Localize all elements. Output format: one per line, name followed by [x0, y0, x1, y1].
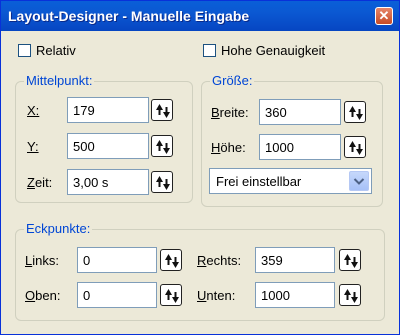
rechts-input[interactable]: 359 [255, 247, 335, 273]
oben-input[interactable]: 0 [77, 282, 157, 308]
close-button[interactable]: ✕ [375, 7, 393, 25]
chevron-down-icon [353, 178, 365, 185]
links-input[interactable]: 0 [77, 247, 157, 273]
dropdown-arrow-button[interactable] [349, 171, 369, 191]
spinner-up-down-icon [345, 137, 367, 159]
size-mode-dropdown[interactable]: Frei einstellbar [209, 168, 372, 194]
close-icon: ✕ [378, 8, 390, 23]
spinner-up-down-icon [152, 136, 174, 158]
relativ-checkbox-box[interactable] [18, 44, 31, 57]
mittelpunkt-group-title: Mittelpunkt: [24, 73, 95, 88]
hohe-genauigkeit-checkbox-box[interactable] [203, 44, 216, 57]
oben-label: Oben: [25, 288, 61, 303]
zeit-label: Zeit: [27, 175, 53, 190]
unten-input[interactable]: 1000 [255, 282, 335, 308]
dialog-window: Layout-Designer - Manuelle Eingabe ✕ Rel… [0, 0, 400, 335]
hoehe-input[interactable]: 1000 [259, 134, 341, 160]
breite-input[interactable]: 360 [259, 99, 341, 125]
rechts-spinner[interactable] [339, 249, 361, 271]
title-bar[interactable]: Layout-Designer - Manuelle Eingabe ✕ [1, 1, 399, 31]
x-input[interactable]: 179 [67, 97, 149, 123]
relativ-label: Relativ [36, 43, 76, 58]
links-label: Links: [25, 253, 59, 268]
breite-label: Breite: [211, 105, 249, 120]
size-mode-value: Frei einstellbar [216, 174, 302, 189]
spinner-up-down-icon [340, 250, 362, 272]
spinner-up-down-icon [152, 172, 174, 194]
rechts-label: Rechts: [197, 253, 242, 268]
hohe-genauigkeit-label: Hohe Genauigkeit [221, 43, 326, 58]
hohe-genauigkeit-checkbox[interactable]: Hohe Genauigkeit [203, 43, 325, 58]
groesse-group-title: Größe: [210, 73, 255, 88]
spinner-up-down-icon [152, 100, 174, 122]
relativ-checkbox[interactable]: Relativ [18, 43, 76, 58]
x-spinner[interactable] [151, 99, 173, 121]
window-title: Layout-Designer - Manuelle Eingabe [8, 8, 250, 24]
y-label: Y: [27, 139, 39, 154]
unten-label: Unten: [197, 288, 236, 303]
zeit-input[interactable]: 3,00 s [67, 169, 149, 195]
spinner-up-down-icon [345, 102, 367, 124]
x-label: X: [27, 103, 40, 118]
hoehe-spinner[interactable] [344, 136, 366, 158]
eckpunkte-group-title: Eckpunkte: [24, 221, 93, 236]
spinner-up-down-icon [161, 285, 183, 307]
y-spinner[interactable] [151, 135, 173, 157]
zeit-spinner[interactable] [151, 171, 173, 193]
links-spinner[interactable] [160, 249, 182, 271]
spinner-up-down-icon [340, 285, 362, 307]
spinner-up-down-icon [161, 250, 183, 272]
oben-spinner[interactable] [160, 284, 182, 306]
breite-spinner[interactable] [344, 101, 366, 123]
hoehe-label: Höhe: [211, 140, 246, 155]
unten-spinner[interactable] [339, 284, 361, 306]
y-input[interactable]: 500 [67, 133, 149, 159]
